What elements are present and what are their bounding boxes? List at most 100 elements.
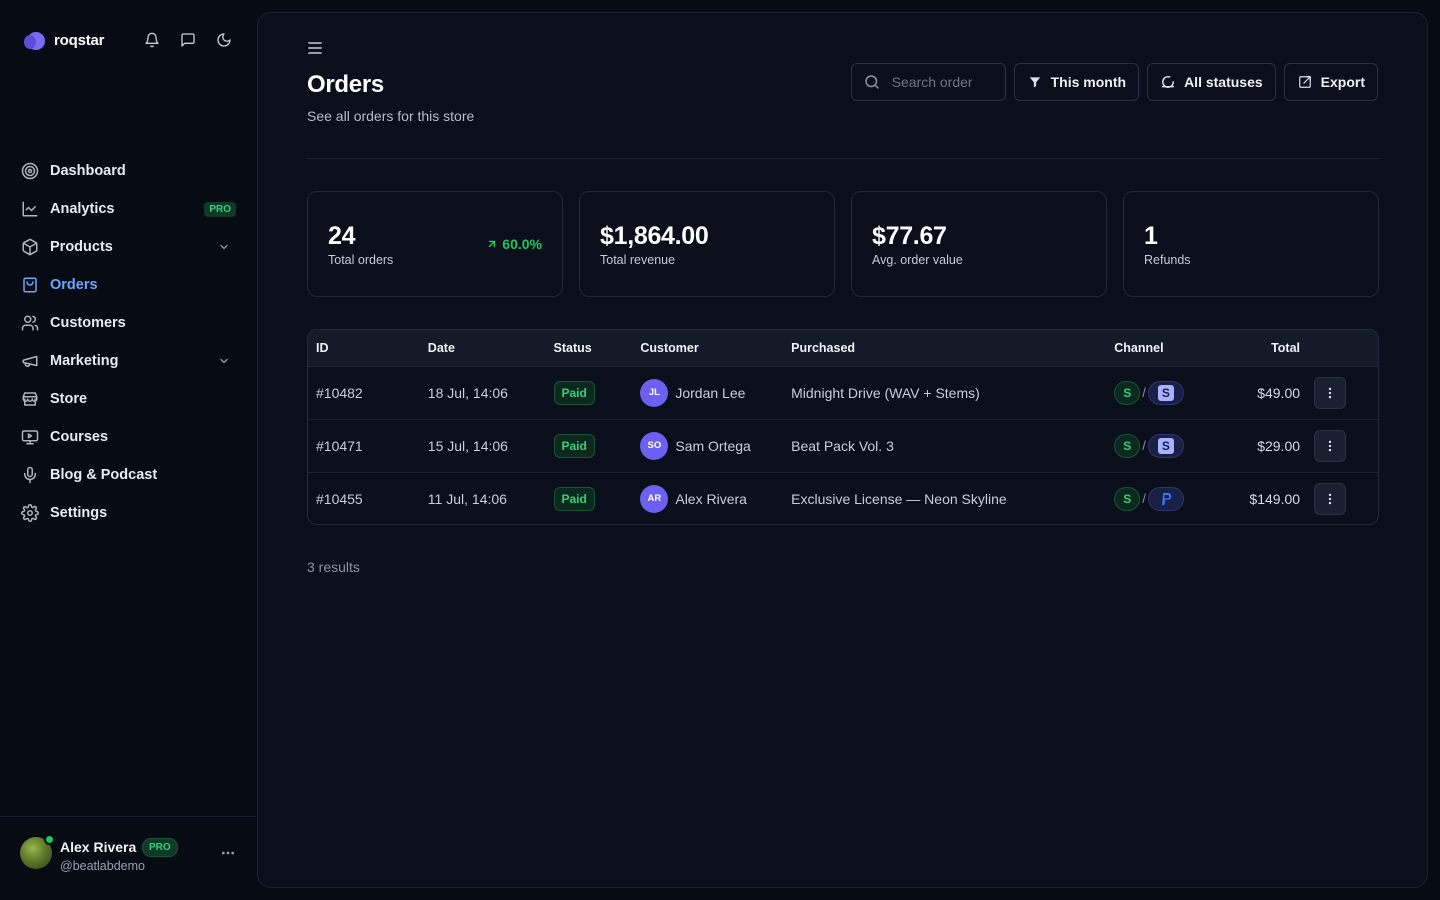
chat-icon[interactable] <box>180 32 196 48</box>
stat-card-total-orders: 24 Total orders 60.0% <box>307 191 563 297</box>
column-header-id[interactable]: ID <box>308 330 420 366</box>
order-total: $29.00 <box>1257 437 1301 454</box>
sidebar-item-label: Analytics <box>50 201 115 217</box>
stripe-icon-glyph: S <box>1157 384 1174 401</box>
online-status-dot <box>44 834 55 845</box>
table-header-row: ID Date Status Customer Purchased Channe… <box>308 330 1378 366</box>
chevron-down-icon[interactable] <box>218 355 230 367</box>
status-filter-button[interactable]: All statuses <box>1147 63 1276 101</box>
order-id[interactable]: #10455 <box>308 472 420 524</box>
moon-icon[interactable] <box>216 32 232 48</box>
order-purchased: Midnight Drive (WAV + Stems) <box>791 384 980 401</box>
menu-icon[interactable] <box>307 41 323 55</box>
order-actions <box>1306 472 1378 524</box>
bell-icon[interactable] <box>144 32 160 48</box>
chart-line-icon <box>20 199 40 219</box>
external-link-icon <box>1298 76 1311 88</box>
stat-value: $1,864.00 <box>600 222 709 250</box>
sidebar-item-products[interactable]: Products <box>20 228 236 266</box>
orders-table: ID Date Status Customer Purchased Channe… <box>307 329 1379 525</box>
brand-logo-icon <box>24 29 46 51</box>
order-total: $49.00 <box>1257 384 1301 401</box>
column-header-total[interactable]: Total <box>1218 330 1306 366</box>
stat-value: $77.67 <box>872 222 947 250</box>
order-status: Paid <box>546 366 633 419</box>
stat-label: Refunds <box>1144 253 1191 267</box>
order-status: Paid <box>546 472 633 524</box>
column-header-date[interactable]: Date <box>420 330 546 366</box>
stripe-icon: S <box>1147 433 1184 458</box>
order-date: 18 Jul, 14:06 <box>427 384 508 401</box>
table-row[interactable]: #10482 18 Jul, 14:06 Paid JL Jordan Lee M… <box>308 366 1378 419</box>
channel-store-badge: S <box>1114 486 1141 511</box>
search-input[interactable] <box>891 74 992 90</box>
search-icon <box>864 75 879 89</box>
page-subtitle: See all orders for this store <box>307 108 475 124</box>
column-header-customer[interactable]: Customer <box>632 330 783 366</box>
order-purchased: Beat Pack Vol. 3 <box>791 437 894 454</box>
results-count: 3 results <box>307 559 360 575</box>
sidebar-item-analytics[interactable]: Analytics PRO <box>20 190 236 228</box>
row-actions-button[interactable] <box>1314 376 1347 409</box>
chevron-down-icon[interactable] <box>218 241 230 253</box>
column-header-status[interactable]: Status <box>546 330 633 366</box>
customer-name: Jordan Lee <box>675 384 746 401</box>
table-row[interactable]: #10471 15 Jul, 14:06 Paid SO Sam Ortega B… <box>308 419 1378 472</box>
sidebar-item-dashboard[interactable]: Dashboard <box>20 152 236 190</box>
user-profile[interactable]: Alex Rivera PRO @beatlabdemo <box>0 816 256 900</box>
row-actions-button[interactable] <box>1314 482 1347 515</box>
status-badge: Paid <box>553 486 595 511</box>
channel-store-badge: S <box>1114 380 1141 405</box>
pro-badge: PRO <box>204 202 236 217</box>
avatar: JL <box>640 378 669 407</box>
sidebar-item-courses[interactable]: Courses <box>20 418 236 456</box>
export-button[interactable]: Export <box>1283 63 1378 101</box>
pro-badge: PRO <box>142 838 178 857</box>
channel-separator: / <box>1142 438 1146 453</box>
sidebar-item-customers[interactable]: Customers <box>20 304 236 342</box>
sidebar: roqstar Dashboard Analytics PRO Products <box>0 0 256 900</box>
sidebar-item-label: Store <box>50 391 88 407</box>
avatar: AR <box>640 484 669 513</box>
period-filter-label: This month <box>1050 74 1127 90</box>
sidebar-item-blog-podcast[interactable]: Blog & Podcast <box>20 456 236 494</box>
sidebar-nav: Dashboard Analytics PRO Products Orders … <box>20 152 236 532</box>
stat-label: Total revenue <box>600 253 676 267</box>
sidebar-item-settings[interactable]: Settings <box>20 494 236 532</box>
column-header-purchased[interactable]: Purchased <box>783 330 1106 366</box>
paypal-icon-glyph <box>1161 492 1172 505</box>
table-row[interactable]: #10455 11 Jul, 14:06 Paid AR Alex Rivera … <box>308 472 1378 524</box>
stripe-icon: S <box>1147 380 1184 405</box>
sidebar-item-store[interactable]: Store <box>20 380 236 418</box>
main-panel: Orders See all orders for this store Thi… <box>257 12 1428 888</box>
status-filter-label: All statuses <box>1184 74 1263 90</box>
order-customer[interactable]: SO Sam Ortega <box>632 419 783 472</box>
customer-name: Alex Rivera <box>675 490 747 507</box>
order-id[interactable]: #10471 <box>308 419 420 472</box>
order-id[interactable]: #10482 <box>308 366 420 419</box>
stat-value: 1 <box>1144 222 1158 250</box>
order-channel: S / S <box>1106 366 1218 419</box>
period-filter-button[interactable]: This month <box>1013 63 1140 101</box>
order-customer[interactable]: JL Jordan Lee <box>632 366 783 419</box>
column-header-channel[interactable]: Channel <box>1106 330 1218 366</box>
order-customer[interactable]: AR Alex Rivera <box>632 472 783 524</box>
row-actions-button[interactable] <box>1314 429 1347 462</box>
stat-delta: 60.0% <box>486 236 542 252</box>
order-purchased: Exclusive License — Neon Skyline <box>791 490 1007 507</box>
sidebar-item-label: Blog & Podcast <box>50 467 158 483</box>
user-name: Alex Rivera <box>60 839 137 855</box>
stat-card-refunds: 1 Refunds <box>1123 191 1379 297</box>
more-horizontal-icon[interactable] <box>220 845 236 861</box>
order-date: 11 Jul, 14:06 <box>427 490 507 507</box>
stat-delta-value: 60.0% <box>502 236 542 252</box>
page-title: Orders <box>307 71 384 98</box>
order-date: 15 Jul, 14:06 <box>427 437 508 454</box>
search-box[interactable] <box>850 63 1006 101</box>
sidebar-item-marketing[interactable]: Marketing <box>20 342 236 380</box>
user-handle: @beatlabdemo <box>60 859 145 873</box>
sidebar-item-orders[interactable]: Orders <box>20 266 236 304</box>
megaphone-icon <box>20 351 40 371</box>
channel-separator: / <box>1142 385 1146 400</box>
filter-icon <box>1029 77 1040 88</box>
